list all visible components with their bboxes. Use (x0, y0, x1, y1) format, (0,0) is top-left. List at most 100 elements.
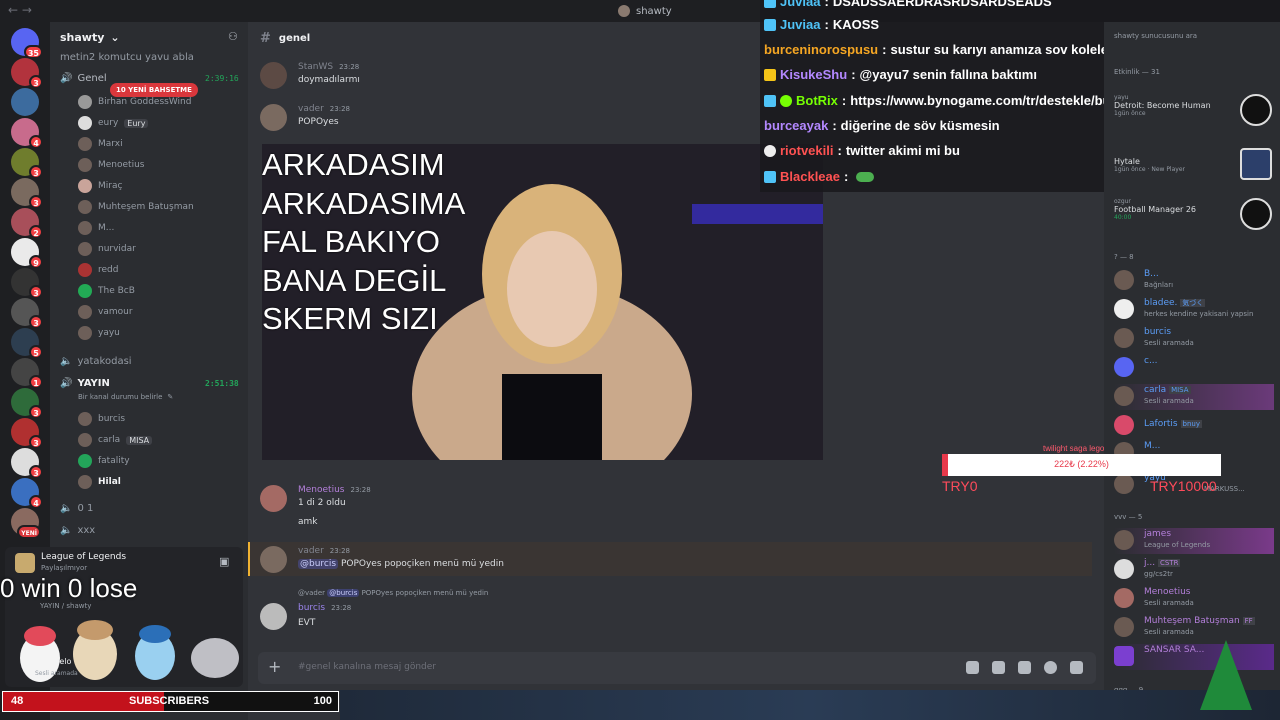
server-icon[interactable]: 4 (11, 478, 43, 509)
subscriber-target: 100 (313, 695, 332, 707)
member-item[interactable]: B... Bağnları (1114, 268, 1274, 294)
server-icon[interactable]: 3 (11, 178, 43, 209)
add-user-icon[interactable]: ⚇ (228, 30, 238, 43)
voice-user[interactable]: Muhteşem Batuşman (78, 200, 194, 214)
voice-user[interactable]: M... (78, 221, 114, 235)
server-icon[interactable]: 1 (11, 358, 43, 389)
message-author[interactable]: vader (298, 104, 324, 114)
message-author[interactable]: StanWS (298, 62, 333, 72)
avatar (78, 454, 92, 468)
unread-badge: 2 (29, 225, 43, 239)
server-icon[interactable] (11, 88, 39, 116)
voice-user[interactable]: burcis (78, 412, 125, 426)
message-author[interactable]: Menoetius (298, 485, 344, 495)
server-search[interactable]: shawty sunucusunu ara (1114, 32, 1197, 40)
server-icon (618, 5, 630, 17)
goal-max: TRY10000 (1150, 478, 1217, 494)
unread-badge: 3 (29, 315, 43, 329)
frog-emote-icon (856, 171, 875, 182)
chat-line: Juviaa: KAOSS (764, 17, 879, 32)
server-icon[interactable]: 3 (11, 448, 43, 479)
voice-user[interactable]: vamour (78, 305, 133, 319)
voice-user[interactable]: Menoetius (78, 158, 144, 172)
voice-user[interactable]: Marxi (78, 137, 123, 151)
sticker-icon[interactable] (1018, 661, 1031, 674)
voice-user[interactable]: yayu (78, 326, 120, 340)
member-item[interactable]: james League of Legends (1114, 528, 1274, 554)
unread-badge: 3 (29, 195, 43, 209)
composer-placeholder[interactable]: #genel kanalına mesaj gönder (298, 662, 436, 672)
avatar (1114, 530, 1134, 550)
avatar[interactable] (260, 485, 287, 512)
add-attachment-icon[interactable]: + (268, 659, 284, 675)
server-icon[interactable]: 4 (11, 118, 43, 149)
user-mention[interactable]: @burcis (298, 559, 339, 569)
gift-icon[interactable] (966, 661, 979, 674)
server-icon[interactable]: 3 (11, 58, 43, 89)
emoji-icon[interactable] (1044, 661, 1057, 674)
voice-user[interactable]: redd (78, 263, 118, 277)
member-item[interactable]: Lafortis bnuy (1114, 413, 1274, 439)
voice-user[interactable]: carla MISA (78, 433, 153, 447)
member-item[interactable]: bladee. 気づく herkes kendine yakisani yapsi… (1114, 297, 1274, 323)
current-user-name[interactable]: celo (55, 657, 71, 666)
voice-user[interactable]: Hilal (78, 475, 121, 489)
avatar[interactable] (260, 603, 287, 630)
window-title: shawty (618, 5, 672, 17)
server-icon[interactable]: 3 (11, 298, 43, 329)
voice-channel-yatakodasi[interactable]: 🔈 yatakodasi (60, 356, 132, 367)
game-activity[interactable]: ozgur Football Manager 26 40:00 (1114, 198, 1274, 230)
voice-user[interactable]: The BcB (78, 284, 135, 298)
stream-caption: ARKADASIM ARKADASIMA FAL BAKIYO BANA DEG… (262, 147, 466, 336)
voice-user[interactable]: nurvidar (78, 242, 136, 256)
avatar[interactable] (260, 62, 287, 89)
voice-user[interactable]: eury Eury (78, 116, 149, 130)
server-icon[interactable]: 3 (11, 388, 43, 419)
gif-icon[interactable] (992, 661, 1005, 674)
nav-arrows[interactable]: ← → (8, 3, 32, 17)
voice-user[interactable]: Miraç (78, 179, 122, 193)
reply-preview[interactable]: @vader @burcis POPOyes popoçiken menü mü… (298, 589, 488, 597)
unread-badge: 4 (29, 135, 43, 149)
voice-user[interactable]: fatality (78, 454, 130, 468)
avatar[interactable] (260, 104, 287, 131)
unread-badge: 3 (29, 165, 43, 179)
voice-user[interactable]: Birhan GoddessWind (78, 95, 191, 109)
home-button[interactable]: 35 (11, 28, 43, 59)
message-author[interactable]: burcis (298, 603, 325, 613)
voice-channel-genel[interactable]: 🔊 Genel 2:39:16 (60, 73, 239, 84)
server-icon[interactable]: 5 (11, 328, 43, 359)
server-icon[interactable]: 9 (11, 238, 43, 269)
server-icon[interactable]: 2 (11, 208, 43, 239)
server-icon[interactable]: 3 (11, 268, 43, 299)
message-composer[interactable]: + #genel kanalına mesaj gönder (258, 652, 1096, 684)
new-badge: YENİ (17, 525, 41, 539)
subscriber-count: 48 (11, 695, 24, 707)
apps-icon[interactable] (1070, 661, 1083, 674)
member-item[interactable]: Muhteşem Batuşman FF Sesli aramada (1114, 615, 1274, 641)
server-icon[interactable]: 3 (11, 418, 43, 449)
message-time: 23:28 (339, 63, 360, 71)
member-item[interactable]: carla MISA Sesli aramada (1114, 384, 1274, 410)
activity-subtitle: Paylaşılmıyor (41, 564, 88, 572)
server-icon[interactable]: YENİ (11, 508, 41, 539)
badge-icon (764, 0, 776, 8)
voice-channel-yayin[interactable]: 🔊 YAYIN 2:51:38 (60, 378, 239, 389)
server-icon[interactable]: 3 (11, 148, 43, 179)
guild-header[interactable]: shawty ⌄ (60, 31, 120, 44)
message-author[interactable]: vader (298, 546, 324, 556)
member-item[interactable]: Menoetius Sesli aramada (1114, 586, 1274, 612)
channel-item[interactable]: metin2 komutcu yavu abla (60, 52, 194, 63)
voice-channel[interactable]: 🔈 xxx (60, 525, 95, 536)
member-item[interactable]: j... CSTR gg/cs2tr (1114, 557, 1274, 583)
member-item[interactable]: c... (1114, 355, 1274, 381)
game-activity[interactable]: Hytale 1gün önce · New Player (1114, 148, 1274, 180)
channel-status[interactable]: Bir kanal durumu belirle ✎ (78, 393, 173, 401)
member-item[interactable]: burcis Sesli aramada (1114, 326, 1274, 352)
avatar[interactable] (260, 546, 287, 573)
goal-min: TRY0 (942, 478, 978, 494)
screen-share-icon[interactable]: ▣ (219, 555, 229, 568)
message-text: EVT (298, 618, 316, 628)
game-activity[interactable]: yayu Detroit: Become Human 1gün önce (1114, 94, 1274, 126)
voice-channel[interactable]: 🔈 0 1 (60, 503, 93, 514)
